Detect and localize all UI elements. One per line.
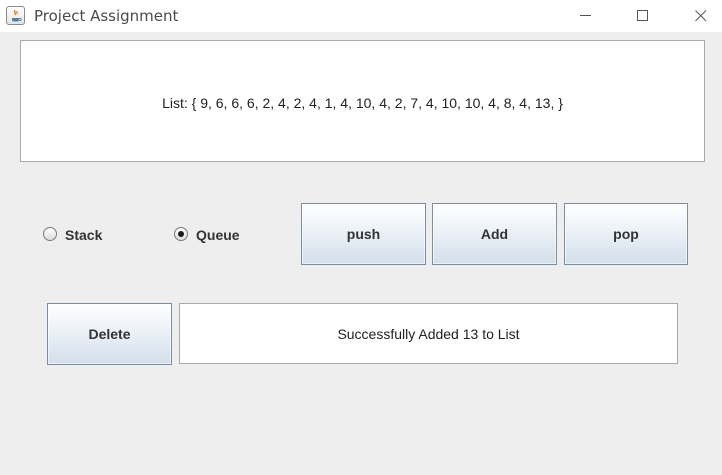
minimize-icon	[580, 15, 591, 16]
maximize-icon	[637, 10, 648, 21]
pop-button-label: pop	[613, 226, 639, 242]
stack-radio-label: Stack	[65, 227, 103, 243]
status-message: Successfully Added 13 to List	[337, 326, 520, 342]
delete-button-label: Delete	[88, 326, 131, 342]
minimize-button[interactable]	[563, 0, 609, 32]
status-panel: Successfully Added 13 to List	[179, 303, 678, 364]
delete-button[interactable]: Delete	[47, 303, 172, 365]
radio-unchecked-icon	[43, 227, 57, 241]
maximize-button[interactable]	[620, 0, 666, 32]
list-contents: List: { 9, 6, 6, 6, 2, 4, 2, 4, 1, 4, 10…	[162, 95, 563, 111]
add-button[interactable]: Add	[432, 203, 557, 265]
pop-button[interactable]: pop	[564, 203, 688, 265]
list-display-panel: List: { 9, 6, 6, 6, 2, 4, 2, 4, 1, 4, 10…	[20, 40, 705, 162]
close-button[interactable]	[678, 0, 722, 32]
push-button[interactable]: push	[301, 203, 426, 265]
close-icon	[695, 10, 707, 22]
java-icon	[6, 6, 25, 25]
app-window: Project Assignment List: { 9, 6, 6, 6, 2…	[0, 0, 722, 475]
queue-radio-label: Queue	[196, 227, 240, 243]
title-bar[interactable]: Project Assignment	[0, 0, 722, 32]
radio-checked-icon	[174, 227, 188, 241]
window-title: Project Assignment	[34, 7, 179, 25]
add-button-label: Add	[480, 226, 509, 242]
push-button-label: push	[346, 226, 381, 242]
